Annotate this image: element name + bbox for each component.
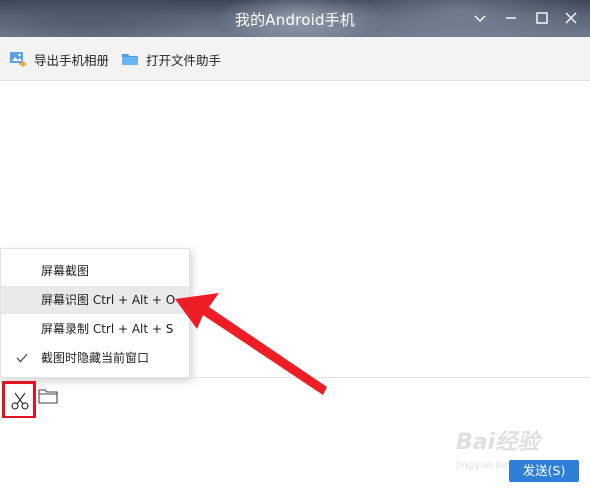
menu-item-label: 屏幕截图: [41, 264, 90, 278]
menu-item-screen-recognition[interactable]: 屏幕识图 Ctrl + Alt + O: [1, 286, 189, 314]
annotation-arrow: [175, 293, 327, 395]
menu-item-screenshot[interactable]: 屏幕截图: [1, 257, 189, 285]
menu-item-label: 屏幕录制 Ctrl + Alt + S: [41, 322, 174, 336]
scissors-icon: [11, 392, 29, 410]
menu-item-hide-window[interactable]: 截图时隐藏当前窗口: [1, 344, 189, 372]
screenshot-menu: 屏幕截图 屏幕识图 Ctrl + Alt + O 屏幕录制 Ctrl + Alt…: [0, 248, 190, 378]
folder-icon: [38, 389, 58, 404]
open-file-assistant-button[interactable]: 打开文件助手: [121, 49, 221, 69]
maximize-icon[interactable]: [531, 7, 553, 29]
checkmark-icon: [16, 353, 28, 363]
send-file-button[interactable]: [38, 388, 58, 404]
toolbar: 导出手机相册 打开文件助手: [0, 37, 590, 81]
folder-icon: [122, 54, 138, 65]
chevron-down-icon[interactable]: [469, 7, 491, 29]
menu-item-label: 屏幕识图 Ctrl + Alt + O: [41, 293, 176, 307]
close-icon[interactable]: [560, 7, 582, 29]
minimize-icon[interactable]: [500, 7, 522, 29]
export-album-button[interactable]: 导出手机相册: [9, 49, 109, 69]
watermark-brand: Bai经验: [456, 430, 540, 455]
screenshot-button[interactable]: [2, 381, 36, 419]
export-album-label: 导出手机相册: [34, 52, 110, 68]
open-file-assistant-label: 打开文件助手: [146, 52, 222, 68]
export-image-icon: [10, 52, 27, 68]
send-button[interactable]: 发送(S): [509, 460, 579, 482]
menu-item-label: 截图时隐藏当前窗口: [41, 351, 150, 365]
title-bar: 我的Android手机: [0, 0, 590, 37]
menu-item-screen-recording[interactable]: 屏幕录制 Ctrl + Alt + S: [1, 315, 189, 343]
